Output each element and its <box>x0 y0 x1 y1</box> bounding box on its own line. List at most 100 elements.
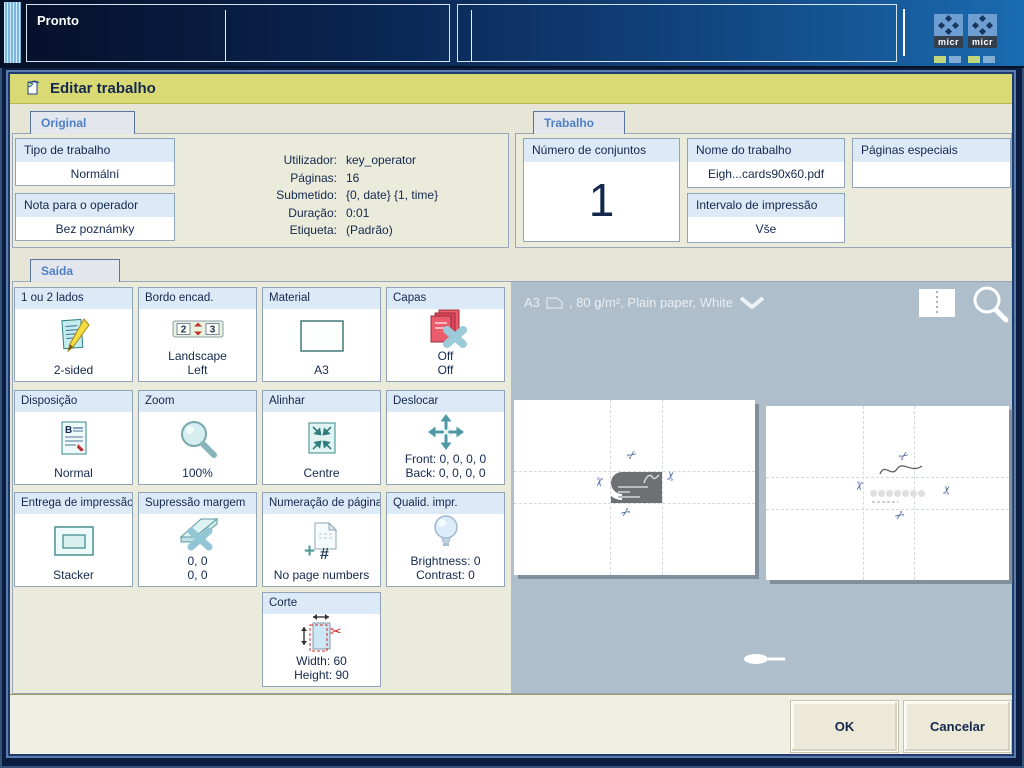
micr-label: micr <box>968 36 997 48</box>
preview-page-front: ✂ ✂ ✂ ✂ <box>514 400 755 575</box>
job-type-card[interactable]: Tipo de trabalho Normální <box>15 138 175 186</box>
option-card-zoom[interactable]: Zoom 100% <box>138 390 257 485</box>
number-of-sets-card[interactable]: Número de conjuntos 1 <box>523 138 680 242</box>
toner-dots-icon <box>968 14 997 36</box>
media-name: A3 <box>524 295 540 310</box>
option-card-title: Material <box>263 288 380 309</box>
margin-suppress-icon <box>139 514 256 554</box>
special-pages-title: Páginas especiais <box>853 139 1010 162</box>
dialog-title: Editar trabalho <box>50 80 156 97</box>
special-pages-card[interactable]: Páginas especiais <box>852 138 1011 188</box>
info-row: Páginas: 16 <box>290 170 360 185</box>
option-card-value: No page numbers <box>273 568 370 582</box>
info-row: Submetido: {0, date} {1, time} <box>276 188 439 202</box>
card-back-dots <box>870 490 925 497</box>
option-card-align[interactable]: Alinhar Centre <box>262 390 381 485</box>
job-name-card[interactable]: Nome do trabalho Eigh...cards90x60.pdf <box>687 138 845 188</box>
option-card-value: Front: 0, 0, 0, 0 Back: 0, 0, 0, 0 <box>404 452 487 480</box>
option-card-binding-edge[interactable]: Bordo encad. 2 3 Landscape Left <box>138 287 257 382</box>
option-card-title: Numeração de páginas <box>263 493 380 514</box>
edit-job-icon <box>24 79 42 102</box>
dialog-titlebar: Editar trabalho <box>10 74 1012 104</box>
tab-original[interactable]: Original <box>30 111 135 134</box>
binding-edge-icon: 23 <box>139 309 256 349</box>
option-card-value: Width: 60 Height: 90 <box>294 654 349 682</box>
svg-text:✂: ✂ <box>330 623 342 639</box>
trabalho-panel: Número de conjuntos 1 Nome do trabalho E… <box>515 133 1012 248</box>
trim-icon: ✂ <box>263 614 380 654</box>
option-card-value: Stacker <box>53 568 94 582</box>
printer-status-icon: micr <box>934 14 963 63</box>
option-card-title: Deslocar <box>387 391 504 412</box>
cut-mark-scissors-icon: ✂ <box>939 483 955 497</box>
option-card-title: Supressão margem <box>139 493 256 514</box>
option-card-title: Qualid. impr. <box>387 493 504 514</box>
zoom-icon <box>139 412 256 466</box>
cut-mark-scissors-icon: ✂ <box>851 479 867 493</box>
option-card-covers[interactable]: Capas Off Off <box>386 287 505 382</box>
svg-text:3: 3 <box>209 325 215 336</box>
option-card-shift[interactable]: Deslocar Front: 0, 0, 0, 0 Back: 0, 0, 0, … <box>386 390 505 485</box>
cut-mark-scissors-icon: ✂ <box>623 446 641 464</box>
panel-divider <box>471 10 472 61</box>
job-name-title: Nome do trabalho <box>688 139 844 162</box>
print-range-value: Vše <box>755 222 777 236</box>
option-card-page-numbers[interactable]: Numeração de páginas + # No page numbers <box>262 492 381 587</box>
option-card-material[interactable]: Material A3 <box>262 287 381 382</box>
job-name-value: Eigh...cards90x60.pdf <box>707 167 825 181</box>
activity-stripes-icon <box>4 2 21 63</box>
layout-icon: B <box>15 412 132 466</box>
cancel-button[interactable]: Cancelar <box>903 700 1012 753</box>
number-of-sets-value: 1 <box>588 174 615 226</box>
status-bars <box>968 56 997 63</box>
option-card-two-sided[interactable]: 1 ou 2 lados 2-sided <box>14 287 133 382</box>
option-card-title: Corte <box>263 593 380 614</box>
covers-icon <box>387 309 504 349</box>
option-card-margin-suppress[interactable]: Supressão margem 0, 0 0, 0 <box>138 492 257 587</box>
option-card-layout[interactable]: Disposição B Normal <box>14 390 133 485</box>
two-sided-icon <box>15 309 132 363</box>
option-card-title: Alinhar <box>263 391 380 412</box>
option-card-output-tray[interactable]: Entrega de impressão Stacker <box>14 492 133 587</box>
preview-zoom-button[interactable] <box>969 284 1011 326</box>
special-pages-value <box>853 162 1010 167</box>
spread-view-button[interactable] <box>919 289 955 317</box>
ok-button[interactable]: OK <box>790 700 899 753</box>
info-row: Duração: 0:01 <box>288 205 370 220</box>
shift-icon <box>387 412 504 452</box>
operator-note-value: Bez poznámky <box>55 222 135 236</box>
svg-text:#: # <box>320 546 329 561</box>
option-card-value: Off Off <box>437 349 454 377</box>
print-range-title: Intervalo de impressão <box>688 194 844 217</box>
preview-pan-handle[interactable] <box>743 652 793 666</box>
card-back-fine-print <box>872 501 898 503</box>
card-logo-scrawl <box>643 474 660 484</box>
status-bars <box>934 56 963 63</box>
print-quality-icon <box>387 514 504 554</box>
option-card-value: Brightness: 0 Contrast: 0 <box>410 554 481 582</box>
chevron-down-icon <box>739 296 765 309</box>
cut-mark-scissors-icon: ✂ <box>616 503 634 521</box>
operator-note-card[interactable]: Nota para o operador Bez poznámky <box>15 193 175 241</box>
media-selector[interactable]: A3 , 80 g/m², Plain paper, White <box>524 295 765 310</box>
svg-text:2: 2 <box>180 325 186 336</box>
svg-text:+: + <box>304 541 315 561</box>
business-card-front-thumbnail <box>611 472 662 503</box>
tab-saida[interactable]: Saída <box>30 259 120 282</box>
cut-mark-scissors-icon: ✂ <box>591 475 607 489</box>
option-card-trim[interactable]: Corte ✂ Width: 60 Height: 90 <box>262 592 381 687</box>
micr-label: micr <box>934 36 963 48</box>
option-card-print-quality[interactable]: Qualid. impr. Brightness: 0 Contrast: 0 <box>386 492 505 587</box>
option-card-value: Centre <box>303 466 340 480</box>
tab-trabalho[interactable]: Trabalho <box>533 111 625 134</box>
option-card-title: Capas <box>387 288 504 309</box>
printer-ui-screen: Pronto micr micr Editar trabalho Origina… <box>0 0 1024 768</box>
job-info-block: Utilizador: key_operator Páginas: 16 Subme… <box>241 152 503 240</box>
print-range-card[interactable]: Intervalo de impressão Vše <box>687 193 845 243</box>
output-tray-icon <box>15 514 132 568</box>
info-row: Utilizador: key_operator <box>283 153 417 167</box>
option-card-value: 100% <box>182 466 213 480</box>
info-row: Etiqueta: (Padrão) <box>289 223 393 237</box>
option-card-value: Normal <box>54 466 93 480</box>
paper-icon <box>546 297 563 309</box>
